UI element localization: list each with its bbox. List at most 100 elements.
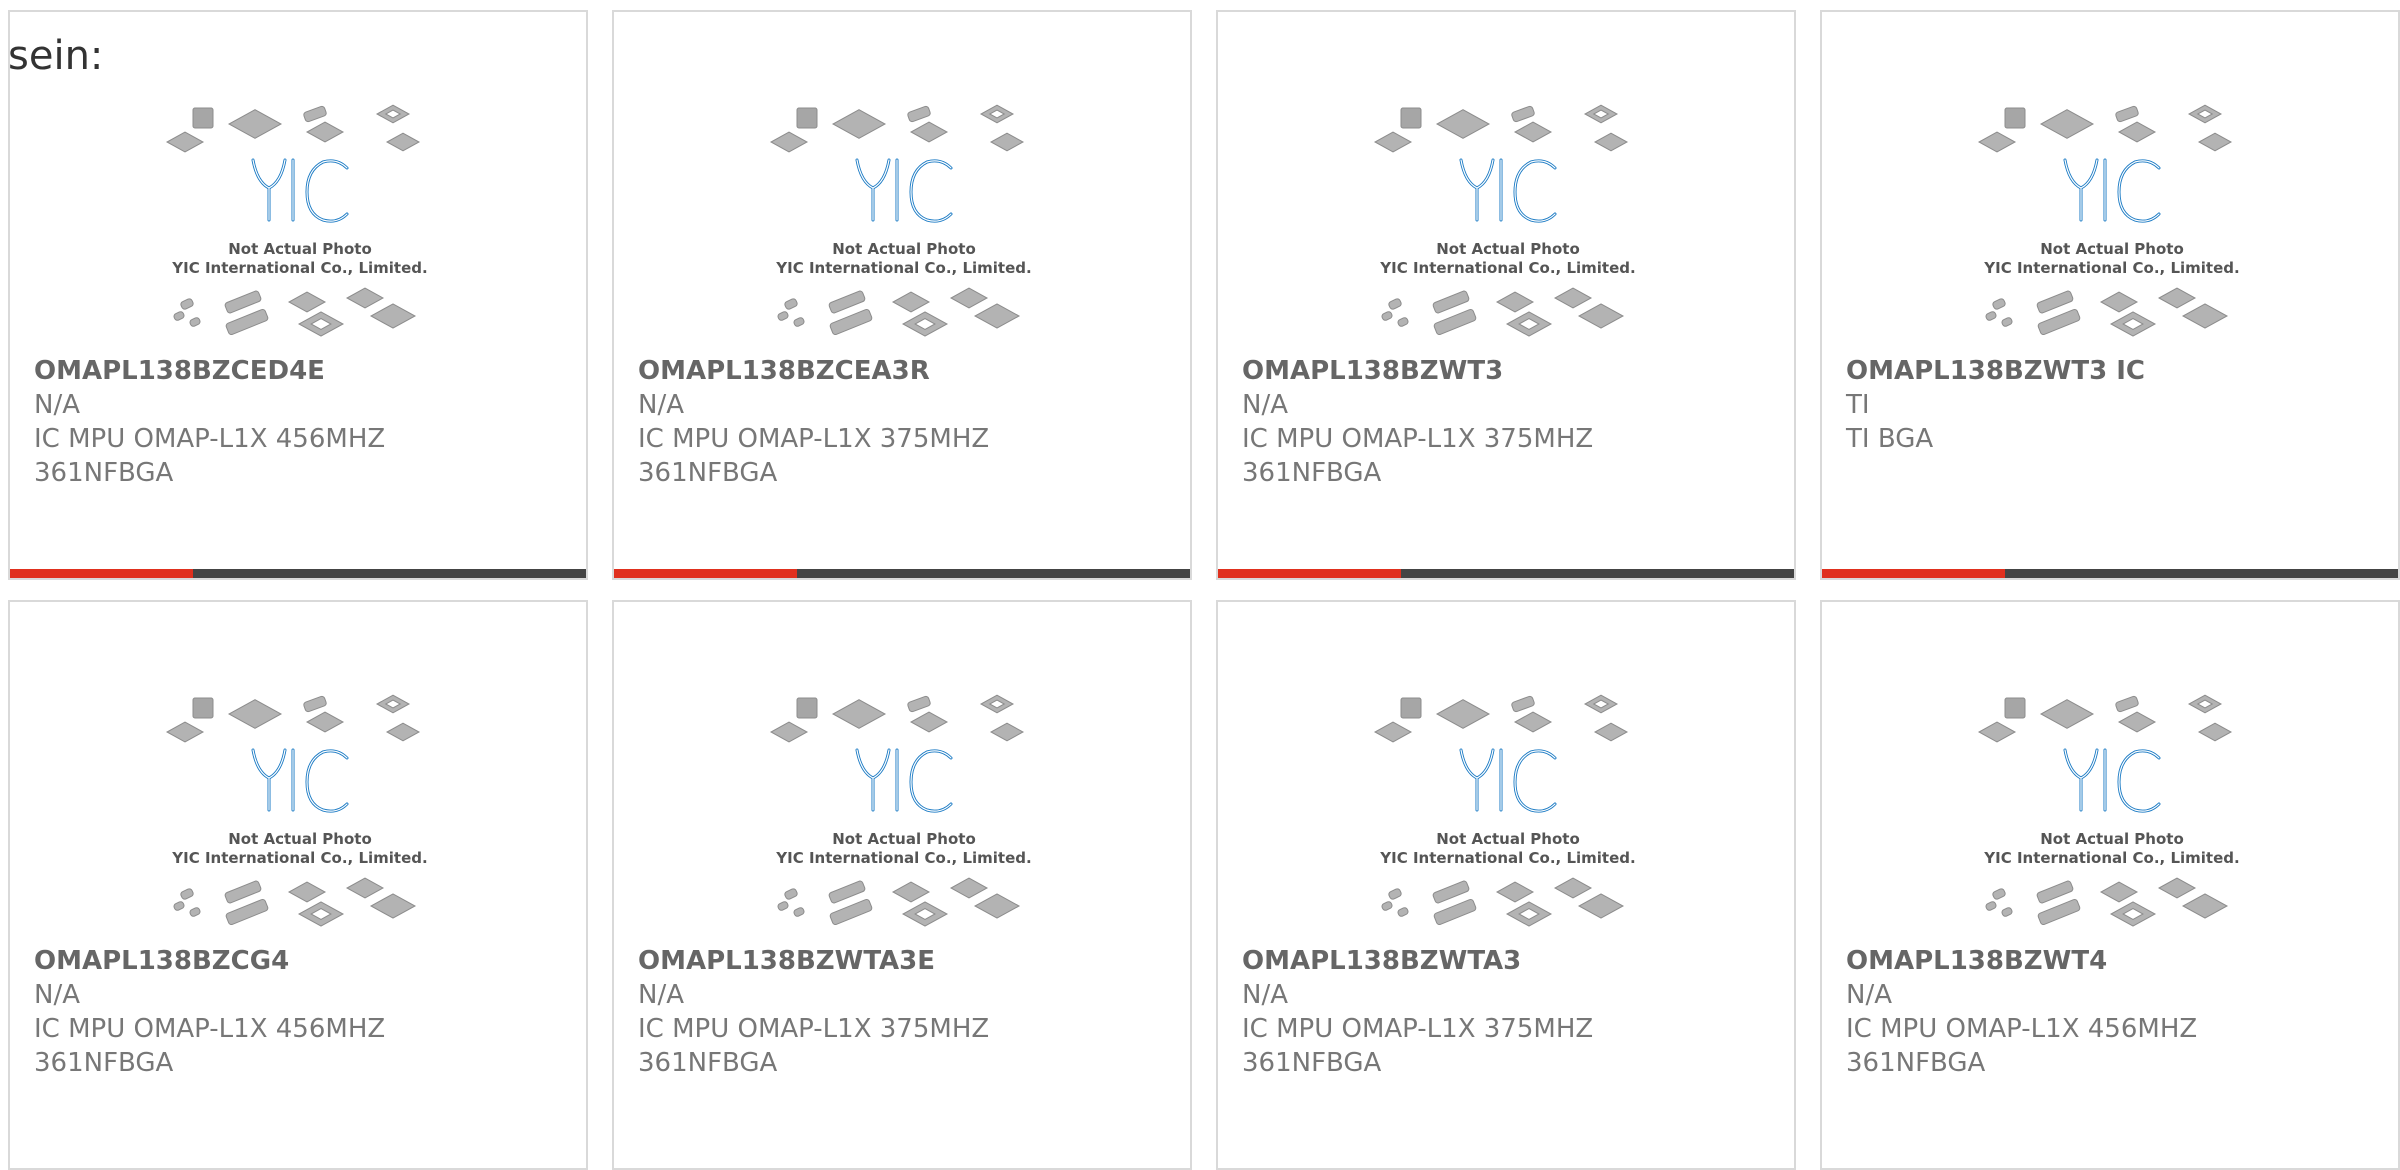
chip-icon — [907, 105, 931, 123]
chip-icon — [793, 907, 805, 917]
product-manufacturer: N/A — [1242, 390, 1288, 420]
chip-icon — [165, 721, 205, 743]
product-card[interactable]: Not Actual Photo YIC International Co., L… — [8, 600, 588, 1170]
yic-logo-icon — [251, 748, 349, 813]
product-part-number[interactable]: OMAPL138BZWT3 — [1242, 354, 1774, 388]
chip-icon — [165, 131, 205, 153]
chip-icon — [1593, 722, 1629, 742]
chip-icon — [2181, 893, 2229, 919]
chip-icon — [1373, 721, 1413, 743]
chip-icon — [1992, 888, 2006, 900]
chip-icon — [1432, 290, 1470, 314]
chip-icon — [2039, 109, 2095, 139]
product-manufacturer: N/A — [34, 390, 80, 420]
chip-icon — [2117, 711, 2157, 733]
product-description: IC MPU OMAP-L1X 375MHZ — [1242, 1014, 1594, 1044]
product-part-number[interactable]: OMAPL138BZCG4 — [34, 944, 566, 978]
product-photo-placeholder: Not Actual Photo YIC International Co., L… — [769, 692, 1039, 942]
caption-not-actual-photo: Not Actual Photo — [1436, 240, 1580, 258]
product-card[interactable]: Not Actual Photo YIC International Co., L… — [1820, 10, 2400, 580]
product-manufacturer: N/A — [34, 980, 80, 1010]
chip-icon — [227, 699, 283, 729]
chip-icon — [2001, 317, 2013, 327]
chip-icon — [305, 121, 345, 143]
chip-icon — [369, 893, 417, 919]
product-part-number[interactable]: OMAPL138BZWTA3E — [638, 944, 1170, 978]
product-description-cont: 361NFBGA — [34, 1048, 174, 1078]
product-part-number[interactable]: OMAPL138BZCEA3R — [638, 354, 1170, 388]
product-photo-placeholder: Not Actual Photo YIC International Co., L… — [165, 102, 435, 352]
chip-icon — [1977, 131, 2017, 153]
chip-icon — [1513, 711, 1553, 733]
caption-company: YIC International Co., Limited. — [1983, 259, 2239, 277]
chip-icon — [796, 697, 818, 719]
chip-icon — [1985, 901, 1997, 911]
chip-icon — [1577, 893, 1625, 919]
card-accent-red — [1822, 569, 2005, 578]
chip-icon — [796, 107, 818, 129]
product-card[interactable]: Not Actual Photo YIC International Co., L… — [8, 10, 588, 580]
yic-logo-icon — [2063, 748, 2161, 813]
chip-icon — [173, 901, 185, 911]
chip-icon — [1985, 311, 1997, 321]
chip-icon — [303, 105, 327, 123]
product-photo-placeholder: Not Actual Photo YIC International Co., L… — [1373, 102, 1643, 352]
chip-icon — [287, 291, 327, 313]
chip-icon — [769, 721, 809, 743]
card-accent-bar — [614, 569, 1190, 578]
product-manufacturer: TI — [1846, 390, 1870, 420]
product-part-number[interactable]: OMAPL138BZWT3 IC — [1846, 354, 2378, 388]
chip-icon — [1513, 121, 1553, 143]
product-manufacturer: N/A — [638, 980, 684, 1010]
chip-icon — [2004, 697, 2026, 719]
caption-not-actual-photo: Not Actual Photo — [228, 830, 372, 848]
caption-company: YIC International Co., Limited. — [171, 259, 427, 277]
caption-company: YIC International Co., Limited. — [1983, 849, 2239, 867]
chip-row-top — [769, 694, 1025, 743]
chip-icon — [793, 317, 805, 327]
product-description: IC MPU OMAP-L1X 456MHZ — [34, 424, 386, 454]
product-part-number[interactable]: OMAPL138BZWTA3 — [1242, 944, 1774, 978]
product-info: OMAPL138BZWTA3E N/A IC MPU OMAP-L1X 375M… — [638, 944, 1170, 1080]
chip-icon — [973, 303, 1021, 329]
chip-icon — [1381, 901, 1393, 911]
product-part-number[interactable]: OMAPL138BZWT4 — [1846, 944, 2378, 978]
chip-icon — [989, 722, 1025, 742]
chip-icon — [189, 317, 201, 327]
yic-logo-icon — [2063, 158, 2161, 223]
chip-icon — [173, 311, 185, 321]
chip-icon — [909, 711, 949, 733]
placeholder-graphic: Not Actual PhotoYIC International Co., L… — [165, 694, 428, 927]
product-description-cont: 361NFBGA — [638, 458, 778, 488]
product-photo-placeholder: Not Actual Photo YIC International Co., L… — [1977, 692, 2247, 942]
product-card[interactable]: Not Actual Photo YIC International Co., L… — [1216, 10, 1796, 580]
chip-icon — [949, 877, 989, 899]
product-card[interactable]: Not Actual Photo YIC International Co., L… — [612, 600, 1192, 1170]
product-description-cont: 361NFBGA — [1846, 1048, 1986, 1078]
product-manufacturer: N/A — [1846, 980, 1892, 1010]
chip-icon — [303, 695, 327, 713]
chip-row-bottom — [1381, 877, 1625, 927]
caption-company: YIC International Co., Limited. — [171, 849, 427, 867]
yic-logo-icon — [251, 158, 349, 223]
placeholder-graphic: Not Actual PhotoYIC International Co., L… — [165, 104, 428, 337]
product-description-cont: 361NFBGA — [34, 458, 174, 488]
chip-icon — [831, 699, 887, 729]
product-part-number[interactable]: OMAPL138BZCED4E — [34, 354, 566, 388]
chip-icon — [2099, 881, 2139, 903]
chip-row-bottom — [1381, 287, 1625, 337]
product-card[interactable]: Not Actual Photo YIC International Co., L… — [1216, 600, 1796, 1170]
caption-not-actual-photo: Not Actual Photo — [2040, 240, 2184, 258]
chip-icon — [2115, 695, 2139, 713]
product-description-cont: 361NFBGA — [1242, 458, 1382, 488]
placeholder-graphic: Not Actual PhotoYIC International Co., L… — [1373, 104, 1636, 337]
chip-icon — [2117, 121, 2157, 143]
chip-icon — [1511, 105, 1535, 123]
product-card[interactable]: Not Actual Photo YIC International Co., L… — [612, 10, 1192, 580]
caption-company: YIC International Co., Limited. — [775, 259, 1031, 277]
product-info: OMAPL138BZWT4 N/A IC MPU OMAP-L1X 456MHZ… — [1846, 944, 2378, 1080]
placeholder-graphic: Not Actual PhotoYIC International Co., L… — [1373, 694, 1636, 927]
chip-icon — [1400, 107, 1422, 129]
chip-icon — [1577, 303, 1625, 329]
product-card[interactable]: Not Actual Photo YIC International Co., L… — [1820, 600, 2400, 1170]
